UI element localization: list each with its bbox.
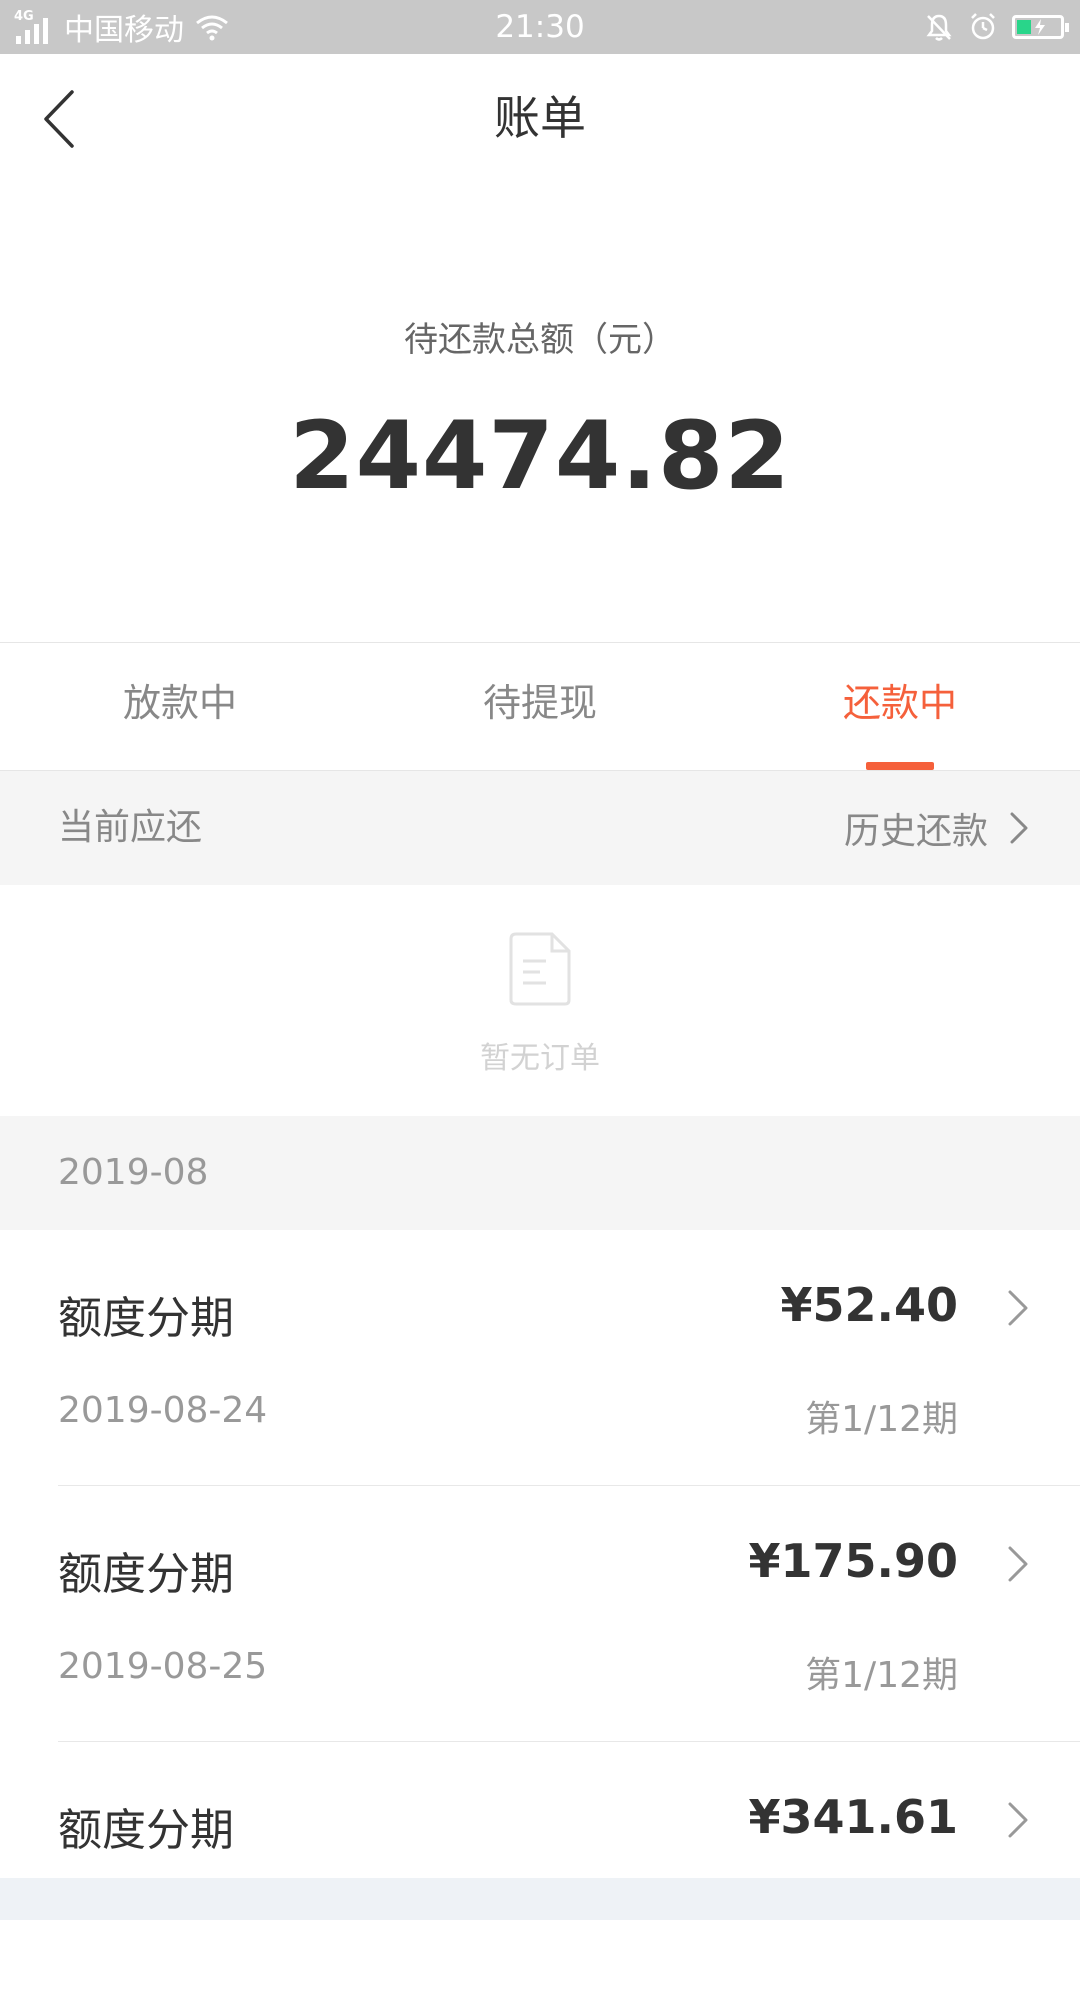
bill-name: 额度分期 [58, 1805, 234, 1856]
tab-label: 放款中 [122, 681, 237, 725]
document-icon [509, 932, 571, 1006]
bill-date: 2019-08-25 [58, 1646, 268, 1687]
status-tabs: 放款中 待提现 还款中 [0, 643, 1080, 770]
bill-period: 第1/12期 [805, 1655, 958, 1696]
next-section-strip [0, 1878, 1080, 1920]
summary-panel: 待还款总额（元） 24474.82 [0, 182, 1080, 642]
history-repayment-link[interactable]: 历史还款 [844, 771, 1030, 885]
chevron-right-icon [1008, 1290, 1028, 1326]
chevron-right-icon [1010, 812, 1028, 844]
bill-amount: ¥175.90 [748, 1534, 958, 1588]
alarm-clock-icon [971, 13, 995, 40]
chevron-right-icon [1008, 1802, 1028, 1838]
chevron-left-icon [44, 90, 74, 148]
chevron-right-icon [1008, 1546, 1028, 1582]
tab-label: 待提现 [482, 681, 597, 725]
history-link-label: 历史还款 [843, 811, 988, 852]
active-tab-indicator [866, 762, 934, 770]
bill-row[interactable]: 额度分期 ¥341.61 [0, 1742, 1080, 1998]
status-time: 21:30 [495, 9, 585, 45]
nav-bar: 账单 [0, 54, 1080, 182]
mute-bell-icon [926, 14, 952, 41]
tab-label: 还款中 [842, 681, 957, 725]
current-due-header: 当前应还 历史还款 [0, 771, 1080, 885]
empty-state: 暂无订单 [0, 885, 1080, 1116]
bill-amount: ¥341.61 [748, 1790, 958, 1844]
tab-lending[interactable]: 放款中 [0, 643, 360, 770]
battery-icon [1012, 15, 1069, 39]
month-header: 2019-08 [0, 1116, 1080, 1230]
bill-row[interactable]: 额度分期 ¥52.40 2019-08-24 第1/12期 [0, 1230, 1080, 1486]
bill-name: 额度分期 [58, 1293, 234, 1344]
page-title: 账单 [494, 91, 586, 145]
bill-amount: ¥52.40 [780, 1278, 958, 1332]
back-button[interactable] [30, 84, 90, 154]
status-bar: 4G 中国移动 21:30 [0, 0, 1080, 54]
bill-name: 额度分期 [58, 1549, 234, 1600]
month-label: 2019-08 [58, 1152, 209, 1193]
tab-repaying[interactable]: 还款中 [720, 643, 1080, 770]
current-due-label: 当前应还 [58, 807, 203, 848]
tab-pending-withdrawal[interactable]: 待提现 [360, 643, 720, 770]
total-due-label: 待还款总额（元） [404, 320, 676, 360]
total-due-amount: 24474.82 [289, 402, 791, 511]
bill-period: 第1/12期 [805, 1399, 958, 1440]
bill-date: 2019-08-24 [58, 1390, 268, 1431]
empty-state-text: 暂无订单 [480, 1041, 600, 1076]
bill-row[interactable]: 额度分期 ¥175.90 2019-08-25 第1/12期 [0, 1486, 1080, 1742]
status-right [924, 0, 1069, 54]
